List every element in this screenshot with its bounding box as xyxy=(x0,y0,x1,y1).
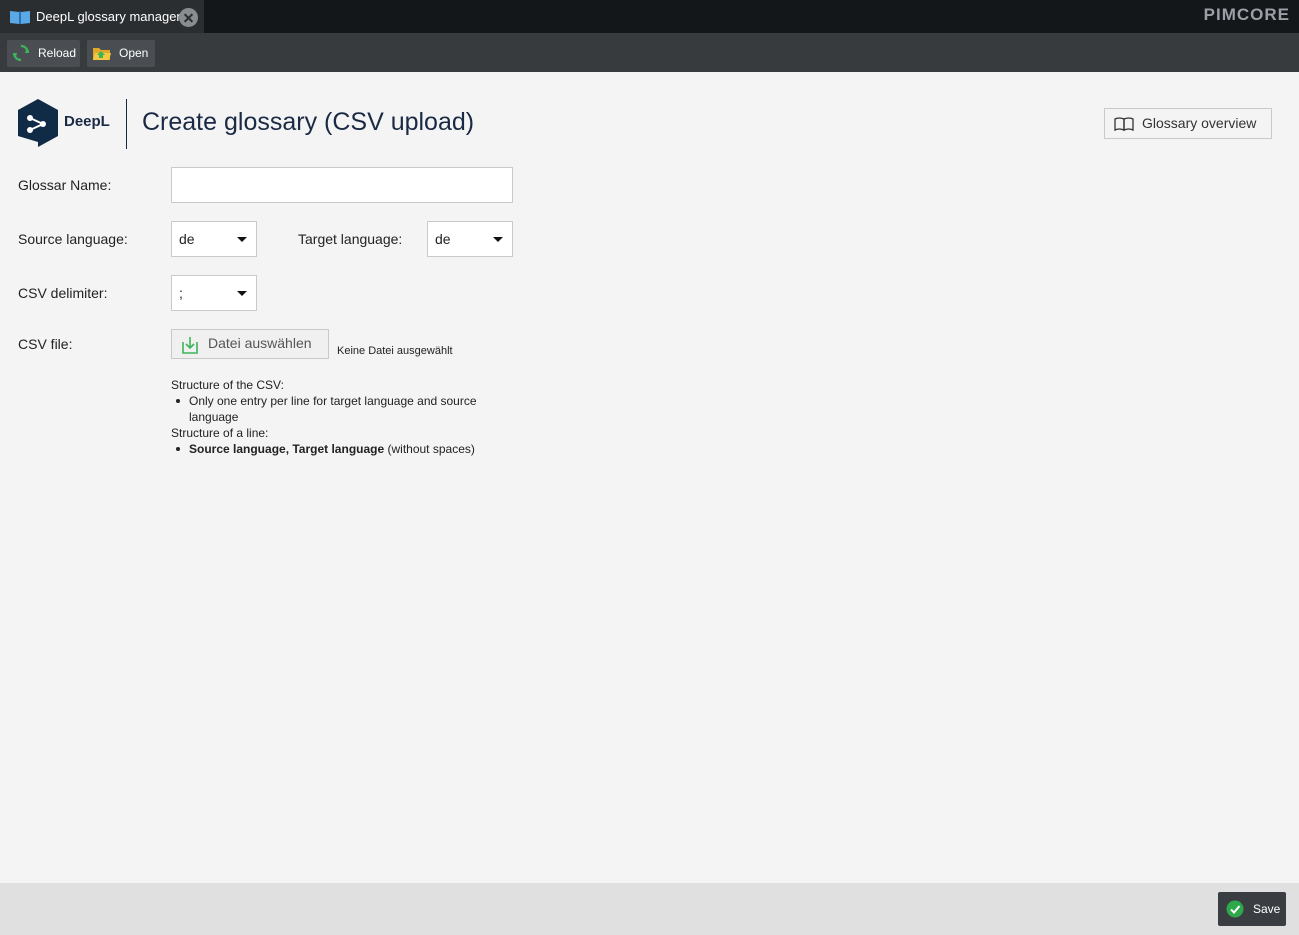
glossary-name-label: Glossar Name: xyxy=(18,177,112,193)
tab-deepl-glossary-manager[interactable]: DeepL glossary manager xyxy=(0,0,204,33)
structure-csv-heading: Structure of the CSV: xyxy=(171,378,284,392)
csv-delimiter-label: CSV delimiter: xyxy=(18,285,108,301)
target-language-label: Target language: xyxy=(298,231,403,247)
toolbar: Reload Open xyxy=(0,33,1299,72)
folder-open-icon xyxy=(93,48,111,60)
structure-line-item-rest: (without spaces) xyxy=(384,442,475,456)
check-circle-icon xyxy=(1226,900,1244,918)
structure-line-item: Source language, Target language (withou… xyxy=(171,441,501,457)
open-button[interactable]: Open xyxy=(87,40,155,67)
reload-label: Reload xyxy=(38,46,77,60)
source-language-select[interactable]: de xyxy=(171,221,257,257)
footer-bar xyxy=(0,883,1299,935)
target-language-select[interactable]: de xyxy=(427,221,513,257)
structure-csv-item: Only one entry per line for target langu… xyxy=(171,393,501,425)
pimcore-logo: PIMCORE xyxy=(1203,5,1290,24)
target-language-value: de xyxy=(435,231,451,247)
choose-file-button[interactable]: Datei auswählen xyxy=(171,329,329,359)
glossary-overview-label: Glossary overview xyxy=(1142,115,1257,131)
file-status-text: Keine Datei ausgewählt xyxy=(337,345,453,357)
book-icon xyxy=(10,11,30,24)
glossary-overview-button[interactable]: Glossary overview xyxy=(1104,108,1272,139)
csv-delimiter-value: ; xyxy=(179,285,183,301)
source-language-value: de xyxy=(179,231,195,247)
chevron-down-icon xyxy=(237,237,247,242)
choose-file-label: Datei auswählen xyxy=(208,335,312,351)
csv-file-label: CSV file: xyxy=(18,336,73,352)
csv-delimiter-select[interactable]: ; xyxy=(171,275,257,311)
deepl-logo-icon xyxy=(18,99,58,147)
close-tab-icon[interactable] xyxy=(179,8,198,27)
save-button[interactable]: Save xyxy=(1218,892,1286,926)
source-language-label: Source language: xyxy=(18,231,128,247)
structure-line-heading: Structure of a line: xyxy=(171,426,269,440)
chevron-down-icon xyxy=(493,237,503,242)
tab-title: DeepL glossary manager xyxy=(36,9,181,24)
top-tab-bar: DeepL glossary manager PIMCORE xyxy=(0,0,1299,33)
upload-file-icon xyxy=(182,337,198,354)
csv-structure-info: Structure of the CSV: Only one entry per… xyxy=(171,377,501,457)
glossary-name-input[interactable] xyxy=(171,167,513,203)
reload-button[interactable]: Reload xyxy=(7,40,80,67)
page-title: Create glossary (CSV upload) xyxy=(142,108,475,136)
deepl-logo-text: DeepL xyxy=(64,113,110,130)
reload-icon xyxy=(12,44,30,62)
save-label: Save xyxy=(1253,902,1281,916)
header-divider xyxy=(126,99,127,149)
structure-line-item-bold: Source language, Target language xyxy=(189,442,385,456)
chevron-down-icon xyxy=(237,291,247,296)
book-open-icon xyxy=(1114,117,1134,131)
open-label: Open xyxy=(119,46,149,60)
